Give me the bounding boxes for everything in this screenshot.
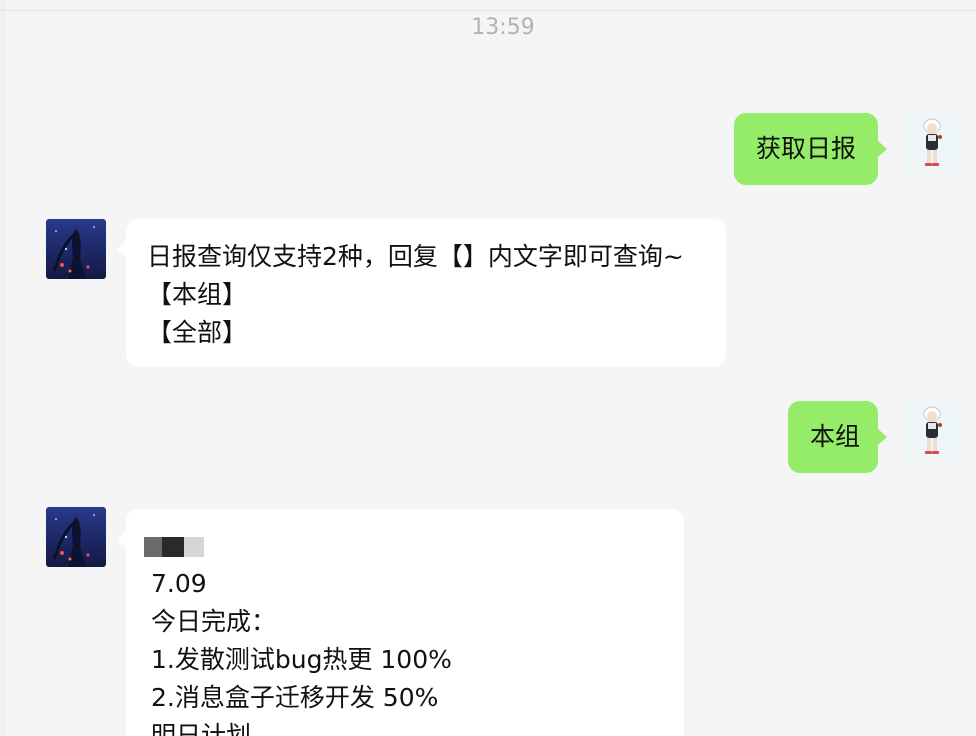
character-avatar-icon (902, 401, 962, 461)
message-line: 2.消息盒子迁移开发 50% (151, 683, 439, 712)
redacted-name-block (144, 537, 204, 557)
self-avatar[interactable] (902, 401, 962, 461)
message-line: 日报查询仅支持2种，回复【】内文字即可查询~ (147, 242, 684, 271)
message-line: 1.发散测试bug热更 100% (151, 645, 452, 674)
bot-avatar[interactable] (46, 507, 106, 567)
message-text: 本组 (810, 422, 861, 451)
message-timestamp: 13:59 (471, 15, 535, 40)
message-line: 【本组】 (147, 280, 248, 309)
bot-avatar[interactable] (46, 219, 106, 279)
top-divider (0, 10, 976, 11)
chat-window: 13:59 获取日报 日报查询仅支持2种，回复【】内文字即可查询~ 【本组】 【… (0, 0, 976, 736)
bubble-tail (878, 429, 887, 445)
self-avatar[interactable] (902, 113, 962, 173)
bubble-tail (878, 141, 887, 157)
sidebar-edge (0, 0, 6, 736)
message-text: 获取日报 (756, 134, 857, 163)
night-scene-avatar-icon (46, 507, 106, 567)
bot-message-bubble[interactable]: 7.09 今日完成： 1.发散测试bug热更 100% 2.消息盒子迁移开发 5… (117, 509, 684, 736)
bubble-tail (117, 531, 126, 547)
message-line: 7.09 (151, 569, 207, 598)
bot-message-bubble[interactable]: 日报查询仅支持2种，回复【】内文字即可查询~ 【本组】 【全部】 (117, 219, 726, 367)
message-line: 【全部】 (147, 318, 248, 347)
self-message-bubble[interactable]: 本组 (788, 401, 887, 473)
night-scene-avatar-icon (46, 219, 106, 279)
message-line: 今日完成： (151, 607, 277, 636)
message-line: 明日计划 (151, 721, 252, 736)
bubble-tail (117, 241, 126, 257)
self-message-bubble[interactable]: 获取日报 (734, 113, 887, 185)
character-avatar-icon (902, 113, 962, 173)
